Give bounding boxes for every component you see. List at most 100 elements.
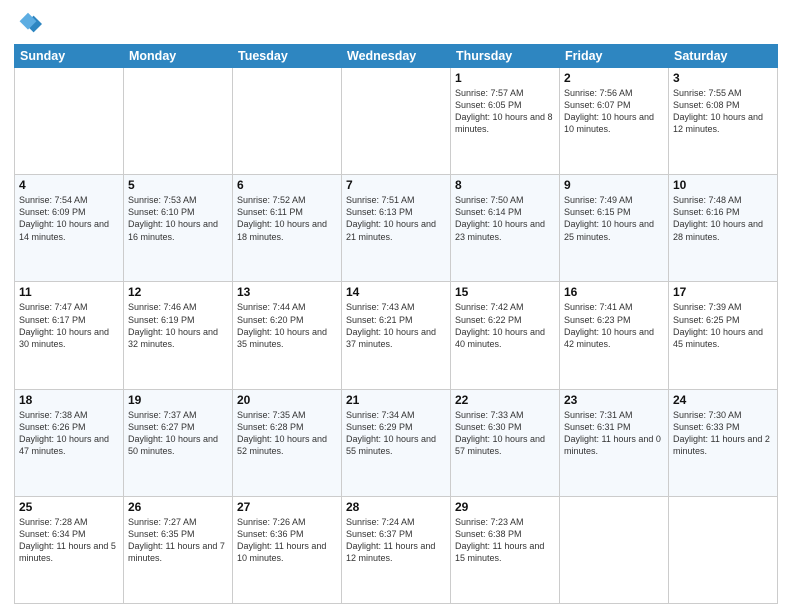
cell-day-number: 10 — [673, 178, 773, 192]
cell-info-text: Sunrise: 7:28 AM Sunset: 6:34 PM Dayligh… — [19, 516, 119, 565]
calendar-cell: 11 Sunrise: 7:47 AM Sunset: 6:17 PM Dayli… — [15, 282, 124, 389]
cell-info-text: Sunrise: 7:51 AM Sunset: 6:13 PM Dayligh… — [346, 194, 446, 243]
cell-day-number: 28 — [346, 500, 446, 514]
cell-info-text: Sunrise: 7:56 AM Sunset: 6:07 PM Dayligh… — [564, 87, 664, 136]
calendar-cell: 2 Sunrise: 7:56 AM Sunset: 6:07 PM Daylig… — [560, 68, 669, 175]
cell-day-number: 22 — [455, 393, 555, 407]
calendar-cell: 20 Sunrise: 7:35 AM Sunset: 6:28 PM Dayli… — [233, 389, 342, 496]
calendar-cell: 25 Sunrise: 7:28 AM Sunset: 6:34 PM Dayli… — [15, 496, 124, 603]
cell-info-text: Sunrise: 7:42 AM Sunset: 6:22 PM Dayligh… — [455, 301, 555, 350]
cell-info-text: Sunrise: 7:30 AM Sunset: 6:33 PM Dayligh… — [673, 409, 773, 458]
calendar-week-1: 1 Sunrise: 7:57 AM Sunset: 6:05 PM Daylig… — [15, 68, 778, 175]
cell-info-text: Sunrise: 7:48 AM Sunset: 6:16 PM Dayligh… — [673, 194, 773, 243]
cell-info-text: Sunrise: 7:33 AM Sunset: 6:30 PM Dayligh… — [455, 409, 555, 458]
calendar-cell: 16 Sunrise: 7:41 AM Sunset: 6:23 PM Dayli… — [560, 282, 669, 389]
cell-day-number: 7 — [346, 178, 446, 192]
cell-day-number: 29 — [455, 500, 555, 514]
cell-day-number: 15 — [455, 285, 555, 299]
cell-day-number: 1 — [455, 71, 555, 85]
calendar-cell: 13Sunrise: 7:44 AM Sunset: 6:20 PM Dayli… — [233, 282, 342, 389]
cell-info-text: Sunrise: 7:26 AM Sunset: 6:36 PM Dayligh… — [237, 516, 337, 565]
cell-info-text: Sunrise: 7:52 AM Sunset: 6:11 PM Dayligh… — [237, 194, 337, 243]
cell-info-text: Sunrise: 7:47 AM Sunset: 6:17 PM Dayligh… — [19, 301, 119, 350]
cell-info-text: Sunrise: 7:41 AM Sunset: 6:23 PM Dayligh… — [564, 301, 664, 350]
calendar-cell: 3Sunrise: 7:55 AM Sunset: 6:08 PM Daylig… — [669, 68, 778, 175]
cell-day-number: 20 — [237, 393, 337, 407]
calendar-cell: 1 Sunrise: 7:57 AM Sunset: 6:05 PM Daylig… — [451, 68, 560, 175]
cell-info-text: Sunrise: 7:54 AM Sunset: 6:09 PM Dayligh… — [19, 194, 119, 243]
calendar-cell — [15, 68, 124, 175]
day-header-thursday: Thursday — [451, 45, 560, 68]
cell-day-number: 12 — [128, 285, 228, 299]
calendar-cell: 22 Sunrise: 7:33 AM Sunset: 6:30 PM Dayli… — [451, 389, 560, 496]
header — [14, 10, 778, 38]
cell-day-number: 9 — [564, 178, 664, 192]
calendar-table: SundayMondayTuesdayWednesdayThursdayFrid… — [14, 44, 778, 604]
day-header-tuesday: Tuesday — [233, 45, 342, 68]
day-header-saturday: Saturday — [669, 45, 778, 68]
cell-info-text: Sunrise: 7:39 AM Sunset: 6:25 PM Dayligh… — [673, 301, 773, 350]
day-header-monday: Monday — [124, 45, 233, 68]
calendar-cell — [233, 68, 342, 175]
calendar-cell — [669, 496, 778, 603]
calendar-cell: 6Sunrise: 7:52 AM Sunset: 6:11 PM Daylig… — [233, 175, 342, 282]
calendar-cell: 26 Sunrise: 7:27 AM Sunset: 6:35 PM Dayli… — [124, 496, 233, 603]
calendar-week-4: 18 Sunrise: 7:38 AM Sunset: 6:26 PM Dayli… — [15, 389, 778, 496]
cell-day-number: 2 — [564, 71, 664, 85]
calendar-cell: 27 Sunrise: 7:26 AM Sunset: 6:36 PM Dayli… — [233, 496, 342, 603]
calendar-cell: 15 Sunrise: 7:42 AM Sunset: 6:22 PM Dayli… — [451, 282, 560, 389]
cell-info-text: Sunrise: 7:23 AM Sunset: 6:38 PM Dayligh… — [455, 516, 555, 565]
calendar-cell — [560, 496, 669, 603]
cell-day-number: 5 — [128, 178, 228, 192]
cell-info-text: Sunrise: 7:43 AM Sunset: 6:21 PM Dayligh… — [346, 301, 446, 350]
calendar-cell: 18 Sunrise: 7:38 AM Sunset: 6:26 PM Dayli… — [15, 389, 124, 496]
calendar-cell: 17 Sunrise: 7:39 AM Sunset: 6:25 PM Dayli… — [669, 282, 778, 389]
logo-icon — [14, 10, 42, 38]
calendar-header-row: SundayMondayTuesdayWednesdayThursdayFrid… — [15, 45, 778, 68]
cell-day-number: 18 — [19, 393, 119, 407]
calendar-cell: 14 Sunrise: 7:43 AM Sunset: 6:21 PM Dayli… — [342, 282, 451, 389]
day-header-sunday: Sunday — [15, 45, 124, 68]
cell-day-number: 11 — [19, 285, 119, 299]
day-header-wednesday: Wednesday — [342, 45, 451, 68]
calendar-week-3: 11 Sunrise: 7:47 AM Sunset: 6:17 PM Dayli… — [15, 282, 778, 389]
cell-info-text: Sunrise: 7:31 AM Sunset: 6:31 PM Dayligh… — [564, 409, 664, 458]
cell-info-text: Sunrise: 7:49 AM Sunset: 6:15 PM Dayligh… — [564, 194, 664, 243]
calendar-cell — [124, 68, 233, 175]
cell-info-text: Sunrise: 7:34 AM Sunset: 6:29 PM Dayligh… — [346, 409, 446, 458]
calendar-cell: 28Sunrise: 7:24 AM Sunset: 6:37 PM Dayli… — [342, 496, 451, 603]
cell-info-text: Sunrise: 7:38 AM Sunset: 6:26 PM Dayligh… — [19, 409, 119, 458]
cell-day-number: 25 — [19, 500, 119, 514]
day-header-friday: Friday — [560, 45, 669, 68]
calendar-cell — [342, 68, 451, 175]
cell-day-number: 4 — [19, 178, 119, 192]
cell-info-text: Sunrise: 7:27 AM Sunset: 6:35 PM Dayligh… — [128, 516, 228, 565]
calendar-cell: 9 Sunrise: 7:49 AM Sunset: 6:15 PM Daylig… — [560, 175, 669, 282]
cell-info-text: Sunrise: 7:37 AM Sunset: 6:27 PM Dayligh… — [128, 409, 228, 458]
cell-day-number: 14 — [346, 285, 446, 299]
calendar-cell: 10 Sunrise: 7:48 AM Sunset: 6:16 PM Dayli… — [669, 175, 778, 282]
cell-info-text: Sunrise: 7:50 AM Sunset: 6:14 PM Dayligh… — [455, 194, 555, 243]
cell-day-number: 19 — [128, 393, 228, 407]
page: SundayMondayTuesdayWednesdayThursdayFrid… — [0, 0, 792, 612]
cell-day-number: 8 — [455, 178, 555, 192]
calendar-cell: 23 Sunrise: 7:31 AM Sunset: 6:31 PM Dayli… — [560, 389, 669, 496]
cell-day-number: 16 — [564, 285, 664, 299]
calendar-week-5: 25 Sunrise: 7:28 AM Sunset: 6:34 PM Dayli… — [15, 496, 778, 603]
calendar-cell: 4 Sunrise: 7:54 AM Sunset: 6:09 PM Daylig… — [15, 175, 124, 282]
cell-day-number: 3 — [673, 71, 773, 85]
cell-day-number: 26 — [128, 500, 228, 514]
calendar-cell: 21Sunrise: 7:34 AM Sunset: 6:29 PM Dayli… — [342, 389, 451, 496]
calendar-cell: 12 Sunrise: 7:46 AM Sunset: 6:19 PM Dayli… — [124, 282, 233, 389]
cell-day-number: 23 — [564, 393, 664, 407]
cell-day-number: 17 — [673, 285, 773, 299]
cell-info-text: Sunrise: 7:35 AM Sunset: 6:28 PM Dayligh… — [237, 409, 337, 458]
cell-day-number: 27 — [237, 500, 337, 514]
cell-info-text: Sunrise: 7:57 AM Sunset: 6:05 PM Dayligh… — [455, 87, 555, 136]
calendar-cell: 5 Sunrise: 7:53 AM Sunset: 6:10 PM Daylig… — [124, 175, 233, 282]
calendar-cell: 29 Sunrise: 7:23 AM Sunset: 6:38 PM Dayli… — [451, 496, 560, 603]
calendar-cell: 7 Sunrise: 7:51 AM Sunset: 6:13 PM Daylig… — [342, 175, 451, 282]
calendar-cell: 19 Sunrise: 7:37 AM Sunset: 6:27 PM Dayli… — [124, 389, 233, 496]
cell-info-text: Sunrise: 7:46 AM Sunset: 6:19 PM Dayligh… — [128, 301, 228, 350]
cell-info-text: Sunrise: 7:53 AM Sunset: 6:10 PM Dayligh… — [128, 194, 228, 243]
